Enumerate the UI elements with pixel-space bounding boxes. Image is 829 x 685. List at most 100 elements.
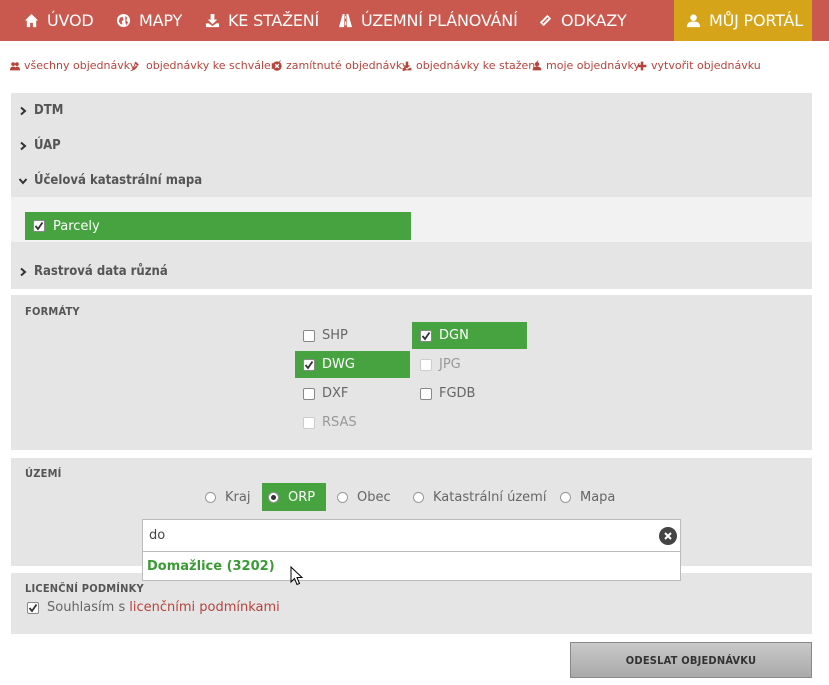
uzemi-title: ÚZEMÍ [25,467,62,480]
layer-label: Parcely [53,218,100,234]
checkbox-disabled-icon [420,358,432,371]
radio-label: Mapa [580,489,616,505]
territory-search-input[interactable] [149,528,629,543]
category-uap[interactable]: ÚAP [18,138,61,153]
link-vytvorit-objednavku[interactable]: vytvořit objednávku [637,59,761,72]
mouse-cursor-icon [290,566,304,586]
nav-item-ke-stazeni[interactable]: KE STAŽENÍ [205,0,319,41]
radio-icon[interactable] [205,491,216,503]
territory-search [142,519,681,552]
search-suggestion[interactable]: Domažlice (3202) [142,552,681,581]
category-label: ÚAP [34,138,61,153]
format-label: DGN [439,328,469,343]
category-label: Účelová katastrální mapa [34,173,203,188]
nav-item-label: ODKAZY [561,11,627,30]
category-ucelova-katastralni-mapa[interactable]: Účelová katastrální mapa [18,173,202,188]
category-dtm[interactable]: DTM [18,103,63,118]
format-label: DWG [322,357,355,372]
link-vsechny-objednavky[interactable]: všechny objednávky [10,59,136,72]
radio-obec[interactable]: Obec [337,483,391,511]
nav-item-muj-portal[interactable]: MŮJ PORTÁL [674,0,812,41]
link-icon [539,14,552,27]
checkbox-icon[interactable] [303,329,315,342]
link-label: zamítnuté objednávky [286,59,409,72]
link-label: moje objednávky [546,59,640,72]
format-dxf[interactable]: DXF [295,380,410,407]
link-objednavky-ke-schvaleni[interactable]: objednávky ke schválení [132,59,281,72]
nav-item-odkazy[interactable]: ODKAZY [538,0,627,41]
format-jpg: JPG [412,351,527,378]
checkbox-icon[interactable] [303,387,315,400]
users-icon [10,61,20,70]
chevron-down-icon [18,177,28,185]
checkbox-checked-icon[interactable] [303,358,315,371]
checkbox-icon[interactable] [420,387,432,400]
nav-item-label: ÚZEMNÍ PLÁNOVÁNÍ [361,11,518,30]
format-shp[interactable]: SHP [295,322,410,349]
close-icon [664,532,672,540]
checkbox-checked-icon[interactable] [33,220,45,232]
radio-icon[interactable] [337,491,348,503]
plus-icon [637,61,647,70]
globe-icon [116,13,131,28]
format-label: RSAS [322,415,357,430]
suggestion-label: Domažlice (3202) [147,558,275,574]
x-circle-icon [272,60,282,71]
format-label: FGDB [439,386,476,401]
licence-text: Souhlasím s [47,600,126,615]
link-label: objednávky ke schválení [146,59,281,72]
nav-item-label: MŮJ PORTÁL [709,11,803,30]
licence-link[interactable]: licenčními podmínkami [129,600,280,615]
nav-item-uzemni-planovani[interactable]: ÚZEMNÍ PLÁNOVÁNÍ [338,0,518,41]
radio-orp[interactable]: ORP [262,483,326,511]
category-rastrova-data[interactable]: Rastrová data různá [18,264,168,279]
chevron-right-icon [20,267,27,276]
clear-search-button[interactable] [659,527,677,545]
licence-agreement: Souhlasím s licenčními podmínkami [27,600,280,615]
format-label: DXF [322,386,349,401]
radio-kraj[interactable]: Kraj [205,483,250,511]
nav-item-label: ÚVOD [47,11,94,30]
link-label: objednávky ke stažení [416,59,539,72]
format-label: JPG [439,357,461,372]
download-icon [205,13,220,28]
checkbox-disabled-icon [303,416,315,429]
checkbox-checked-icon[interactable] [420,329,432,342]
radio-label: Katastrální území [433,489,547,505]
radio-label: ORP [288,489,316,505]
category-label: Rastrová data různá [34,264,168,279]
nav-item-uvod[interactable]: ÚVOD [24,0,94,41]
link-moje-objednavky[interactable]: moje objednávky [532,59,640,72]
download-icon [402,61,412,70]
format-fgdb[interactable]: FGDB [412,380,527,407]
nav-item-label: KE STAŽENÍ [228,11,320,30]
link-zamitnute-objednavky[interactable]: zamítnuté objednávky [272,59,408,72]
radio-mapa[interactable]: Mapa [560,483,615,511]
category-label: DTM [34,103,64,118]
road-icon [338,13,353,28]
gavel-icon [132,61,139,70]
submit-order-button[interactable]: ODESLAT OBJEDNÁVKU [570,642,812,678]
format-label: SHP [322,328,348,343]
category-panel [11,93,812,289]
radio-label: Obec [357,489,391,505]
link-objednavky-ke-stazeni[interactable]: objednávky ke stažení [402,59,538,72]
radio-icon[interactable] [413,491,424,503]
layer-parcely[interactable]: Parcely [25,212,411,240]
format-dwg[interactable]: DWG [295,351,410,378]
format-rsas: RSAS [295,409,410,436]
radio-selected-icon[interactable] [268,491,279,503]
radio-label: Kraj [225,489,251,505]
radio-icon[interactable] [560,491,571,503]
link-label: všechny objednávky [24,59,137,72]
home-icon [24,13,39,28]
checkbox-checked-icon[interactable] [27,601,39,614]
formaty-title: FORMÁTY [25,305,80,318]
nav-item-mapy[interactable]: MAPY [116,0,182,41]
chevron-right-icon [20,141,27,150]
nav-item-label: MAPY [139,11,183,30]
user-icon [686,14,701,28]
format-dgn[interactable]: DGN [412,322,527,349]
radio-katastralni-uzemi[interactable]: Katastrální území [413,483,546,511]
chevron-right-icon [20,106,27,115]
